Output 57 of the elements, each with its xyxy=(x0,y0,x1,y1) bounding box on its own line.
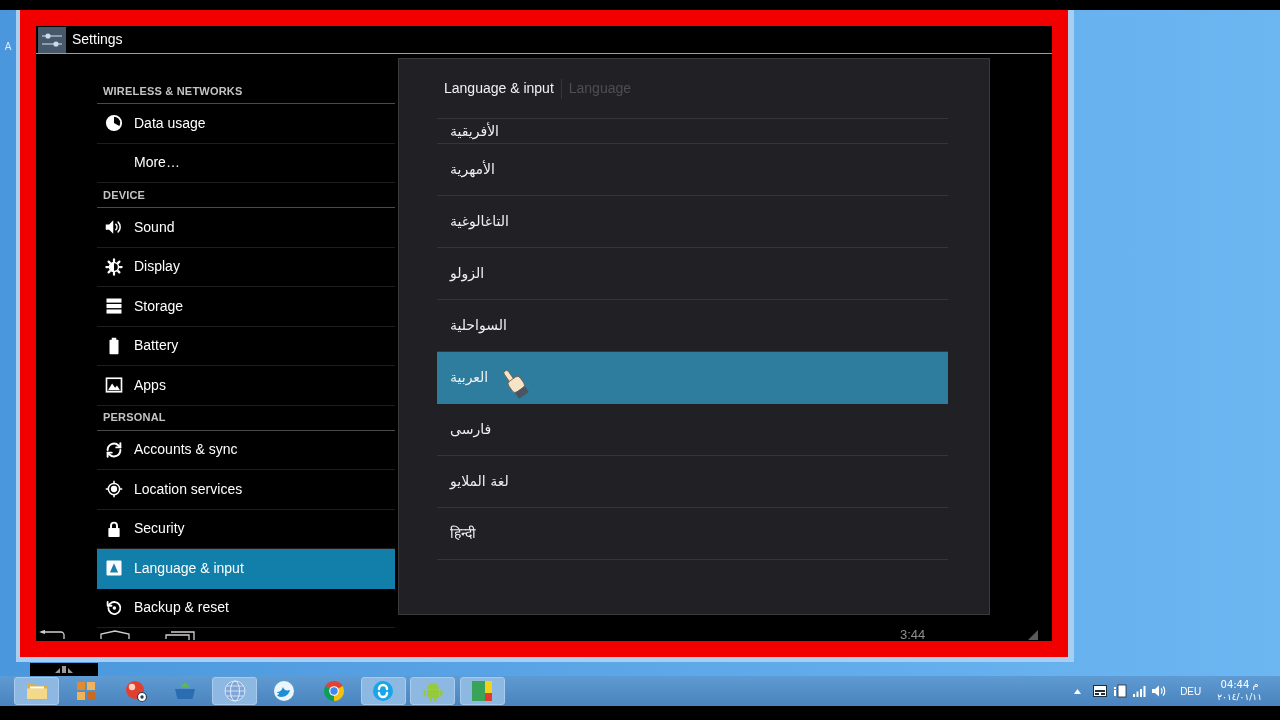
language-option[interactable]: الأفريقية xyxy=(437,119,948,144)
color-blocks-icon xyxy=(470,679,494,703)
taskbar-app-button[interactable] xyxy=(459,677,505,705)
stacked-bars-icon xyxy=(105,297,123,316)
back-icon[interactable] xyxy=(38,630,66,640)
swirl-circle-icon xyxy=(371,679,395,703)
clock-date[interactable]: ٢٠١٤/٠١/١١ xyxy=(1217,691,1262,703)
home-icon[interactable] xyxy=(100,630,130,640)
signal-triangle-icon xyxy=(1028,630,1038,640)
brightness-icon xyxy=(105,257,123,276)
sidebar-item[interactable]: Apps xyxy=(97,366,395,406)
section-header: DEVICE xyxy=(97,183,395,208)
dialog-title: Language & input xyxy=(444,79,554,98)
triangle-tile-icon xyxy=(105,559,123,578)
handle-icon xyxy=(55,666,73,673)
sidebar-item[interactable]: Backup & reset xyxy=(97,588,395,628)
sidebar-item[interactable]: Location services xyxy=(97,470,395,510)
sidebar-item[interactable]: Sound xyxy=(97,208,395,248)
circular-arrow-icon xyxy=(105,598,123,617)
device-icon[interactable] xyxy=(1113,684,1128,698)
lock-icon xyxy=(105,519,123,538)
toolbar-handle[interactable] xyxy=(30,663,98,676)
sidebar-item[interactable]: Data usage xyxy=(97,104,395,144)
caret-up-icon[interactable] xyxy=(1074,688,1082,694)
sidebar-item[interactable]: Display xyxy=(97,247,395,287)
tricolor-circle-icon xyxy=(321,679,346,703)
sidebar-item[interactable]: Accounts & sync xyxy=(97,430,395,470)
status-clock: 3:44 xyxy=(900,629,926,641)
language-option[interactable]: لغة الملايو xyxy=(437,456,948,508)
sidebar-item[interactable]: Language & input xyxy=(97,549,395,589)
sync-arrows-icon xyxy=(105,440,123,459)
language-option[interactable]: العربية xyxy=(437,352,948,404)
picture-icon xyxy=(105,376,123,395)
sidebar-item[interactable]: More… xyxy=(97,143,395,183)
language-option[interactable]: الأمهرية xyxy=(437,144,948,196)
pie-chart-icon xyxy=(105,114,123,133)
recent-apps-icon[interactable] xyxy=(165,630,195,640)
section-header: WIRELESS & NETWORKS xyxy=(97,79,395,104)
desktop-label: A xyxy=(4,41,12,54)
language-option[interactable]: فارسی xyxy=(437,404,948,456)
app-title: Settings xyxy=(72,30,123,49)
section-header: PERSONAL xyxy=(97,405,395,431)
volume-icon[interactable] xyxy=(1152,685,1167,697)
language-option[interactable]: الزولو xyxy=(437,248,948,300)
sidebar-item[interactable]: Storage xyxy=(97,287,395,327)
tiles-icon xyxy=(74,679,98,703)
ball-gear-icon xyxy=(123,679,148,703)
sidebar-item[interactable]: Battery xyxy=(97,326,395,366)
language-option[interactable]: التاغالوغية xyxy=(437,196,948,248)
window-icon[interactable] xyxy=(1093,685,1108,697)
crosshair-icon xyxy=(105,480,123,499)
bird-circle-icon xyxy=(272,679,296,703)
taskbar-app-button[interactable] xyxy=(360,677,406,705)
language-option[interactable]: हिन्दी xyxy=(437,508,948,560)
signal-bars-icon[interactable] xyxy=(1133,685,1147,697)
globe-icon xyxy=(222,679,247,703)
sliders-icon[interactable] xyxy=(38,26,66,53)
